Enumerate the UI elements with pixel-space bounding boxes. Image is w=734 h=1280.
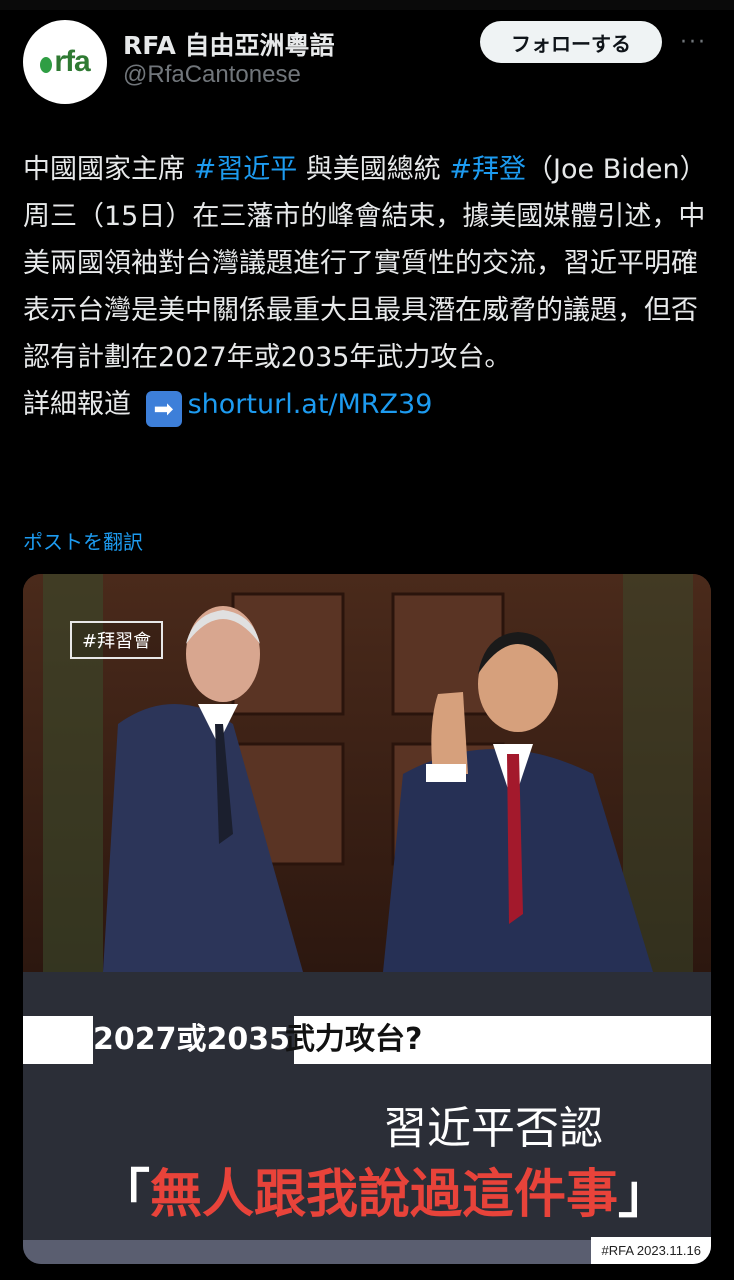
quote-text: 無人跟我說過這件事 <box>150 1165 619 1225</box>
post-text-segment: 中國國家主席 <box>23 154 194 185</box>
details-label: 詳細報道 <box>23 389 140 420</box>
post-text-segment: 與美國總統 <box>297 154 450 185</box>
quote-open: 「 <box>98 1165 151 1225</box>
arrow-right-icon: ➡ <box>145 391 182 427</box>
summit-photo: #拜習會 <box>23 574 711 972</box>
quote-close: 」 <box>618 1165 671 1225</box>
post-text-segment: （Joe Biden）周三（15日）在三藩市的峰會結束，據美國媒體引述，中美兩國… <box>23 154 707 373</box>
status-strip <box>0 0 734 10</box>
article-link[interactable]: shorturl.at/MRZ39 <box>188 389 433 420</box>
image-subhead: 習近平否認 <box>383 1103 603 1154</box>
headline-question: 武力攻台? <box>285 1022 423 1057</box>
hashtag-biden[interactable]: #拜登 <box>449 154 526 185</box>
logo-dot <box>40 57 53 73</box>
translate-post-link[interactable]: ポストを翻訳 <box>23 526 143 555</box>
account-name[interactable]: RFA 自由亞洲粵語 <box>123 26 335 62</box>
avatar[interactable]: rfa <box>23 20 107 104</box>
account-handle[interactable]: @RfaCantonese <box>123 61 301 89</box>
post-text: 中國國家主席 #習近平 與美國總統 #拜登（Joe Biden）周三（15日）在… <box>23 146 718 428</box>
image-credit: #RFA 2023.11.16 <box>591 1237 711 1264</box>
follow-button[interactable]: フォローする <box>480 21 662 63</box>
image-caption-panel: 2027或2035 武力攻台? 習近平否認 「無人跟我說過這件事」 #RFA 2… <box>23 972 711 1264</box>
more-options-icon[interactable]: ··· <box>680 30 707 55</box>
headline-year: 2027或2035 <box>93 1016 294 1064</box>
rfa-logo: rfa <box>54 45 90 78</box>
post-image[interactable]: #拜習會 2027或2035 武力攻台? 習近平否認 「無人跟我說過這件事」 #… <box>23 574 711 1264</box>
hashtag-badge: #拜習會 <box>70 621 164 659</box>
hashtag-xi[interactable]: #習近平 <box>194 154 298 185</box>
image-quote: 「無人跟我說過這件事」 <box>98 1152 670 1227</box>
